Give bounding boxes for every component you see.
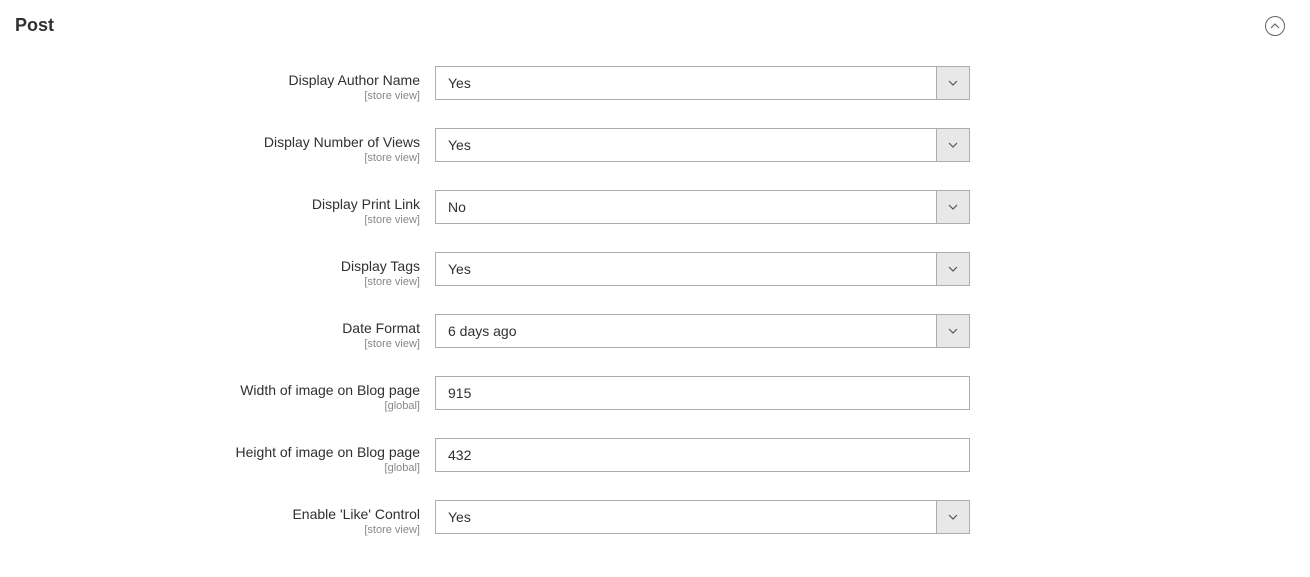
label-col: Width of image on Blog page [global] bbox=[15, 376, 435, 412]
select-value: No bbox=[435, 190, 970, 224]
select-value: Yes bbox=[435, 252, 970, 286]
field-label: Display Number of Views bbox=[15, 134, 420, 150]
field-scope: [store view] bbox=[15, 214, 420, 226]
field-label: Height of image on Blog page bbox=[15, 444, 420, 460]
field-row-display-number-of-views: Display Number of Views [store view] Yes bbox=[15, 128, 1295, 164]
control-col bbox=[435, 376, 970, 410]
label-col: Height of image on Blog page [global] bbox=[15, 438, 435, 474]
field-label: Enable 'Like' Control bbox=[15, 506, 420, 522]
section-header: Post bbox=[15, 15, 1295, 36]
select-display-print-link[interactable]: No bbox=[435, 190, 970, 224]
field-scope: [store view] bbox=[15, 152, 420, 164]
control-col: Yes bbox=[435, 66, 970, 100]
select-value: Yes bbox=[435, 128, 970, 162]
field-row-display-print-link: Display Print Link [store view] No bbox=[15, 190, 1295, 226]
control-col: No bbox=[435, 190, 970, 224]
field-label: Display Print Link bbox=[15, 196, 420, 212]
field-row-display-author-name: Display Author Name [store view] Yes bbox=[15, 66, 1295, 102]
select-value: 6 days ago bbox=[435, 314, 970, 348]
collapse-toggle[interactable] bbox=[1265, 16, 1285, 36]
select-value: Yes bbox=[435, 66, 970, 100]
label-col: Display Print Link [store view] bbox=[15, 190, 435, 226]
control-col: Yes bbox=[435, 128, 970, 162]
field-row-height-image-blog: Height of image on Blog page [global] bbox=[15, 438, 1295, 474]
select-value: Yes bbox=[435, 500, 970, 534]
label-col: Display Tags [store view] bbox=[15, 252, 435, 288]
select-display-number-of-views[interactable]: Yes bbox=[435, 128, 970, 162]
field-scope: [store view] bbox=[15, 338, 420, 350]
field-row-width-image-blog: Width of image on Blog page [global] bbox=[15, 376, 1295, 412]
field-label: Display Tags bbox=[15, 258, 420, 274]
input-width-image-blog[interactable] bbox=[435, 376, 970, 410]
field-scope: [store view] bbox=[15, 90, 420, 102]
control-col: Yes bbox=[435, 500, 970, 534]
field-label: Date Format bbox=[15, 320, 420, 336]
input-height-image-blog[interactable] bbox=[435, 438, 970, 472]
field-scope: [store view] bbox=[15, 276, 420, 288]
field-scope: [global] bbox=[15, 400, 420, 412]
field-scope: [store view] bbox=[15, 524, 420, 536]
label-col: Date Format [store view] bbox=[15, 314, 435, 350]
field-scope: [global] bbox=[15, 462, 420, 474]
control-col: Yes bbox=[435, 252, 970, 286]
field-row-date-format: Date Format [store view] 6 days ago bbox=[15, 314, 1295, 350]
label-col: Display Number of Views [store view] bbox=[15, 128, 435, 164]
section-title: Post bbox=[15, 15, 54, 36]
control-col: 6 days ago bbox=[435, 314, 970, 348]
label-col: Enable 'Like' Control [store view] bbox=[15, 500, 435, 536]
field-row-enable-like-control: Enable 'Like' Control [store view] Yes bbox=[15, 500, 1295, 536]
field-label: Display Author Name bbox=[15, 72, 420, 88]
select-enable-like-control[interactable]: Yes bbox=[435, 500, 970, 534]
label-col: Display Author Name [store view] bbox=[15, 66, 435, 102]
select-display-tags[interactable]: Yes bbox=[435, 252, 970, 286]
field-label: Width of image on Blog page bbox=[15, 382, 420, 398]
control-col bbox=[435, 438, 970, 472]
select-date-format[interactable]: 6 days ago bbox=[435, 314, 970, 348]
select-display-author-name[interactable]: Yes bbox=[435, 66, 970, 100]
chevron-up-icon bbox=[1270, 21, 1280, 31]
field-row-display-tags: Display Tags [store view] Yes bbox=[15, 252, 1295, 288]
